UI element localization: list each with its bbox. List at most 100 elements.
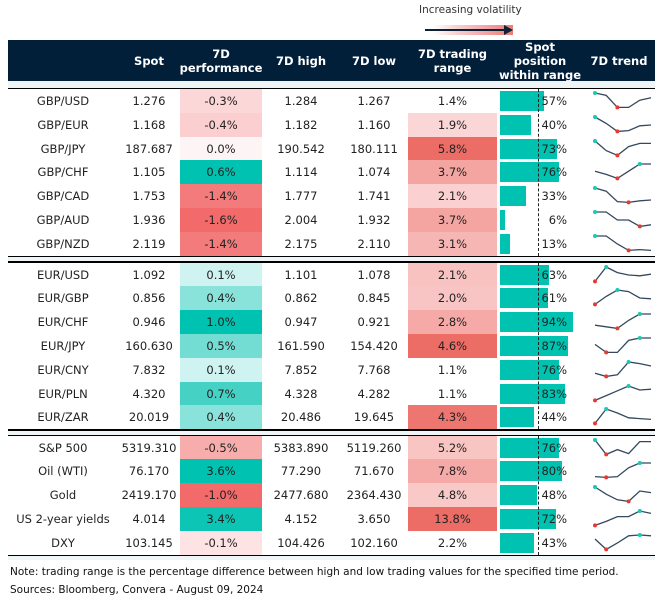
high-value: 161.590 [277,338,325,353]
spot-position-bar [500,114,532,135]
instrument-name: GBP/AUD [36,213,90,227]
spot-value: 1.092 [132,267,166,282]
trend-line [594,486,652,503]
trend-sparkline [593,210,652,229]
table-row: Oil (WTI) 76.170 3.6% 77.290 71.670 7.8% 80% [8,459,655,484]
trend-line [594,116,652,132]
low-value: 19.645 [353,410,395,425]
trend-low-point [626,248,631,253]
table-row: EUR/ZAR 20.019 0.4% 20.486 19.645 4.3% 44% [8,405,655,430]
arrow-right-icon [425,29,505,31]
low-value: 1.160 [357,117,391,132]
trend-low-point [604,451,609,456]
performance-value: 0.1% [180,262,262,287]
high-value: 4.152 [284,511,318,526]
table-row: GBP/AUD 1.936 -1.6% 2.004 1.932 3.7% 6% [8,208,655,232]
table-row: EUR/CNY 7.832 0.1% 7.852 7.768 1.1% 76% [8,357,655,382]
trend-low-point [604,475,609,480]
trend-low-point [604,374,609,379]
trend-high-point [637,532,642,537]
trend-high-point [593,91,597,95]
performance-value: -0.1% [180,530,262,555]
spot-value: 103.145 [125,535,173,550]
performance-value: 3.4% [180,506,262,531]
low-value: 154.420 [350,338,398,353]
trend-line [594,337,651,353]
table-row: DXY 103.145 -0.1% 104.426 102.160 2.2% 43% [8,530,655,555]
spot-position-label: 76% [541,165,567,180]
spot-value: 20.019 [128,410,170,425]
trend-low-point [626,200,631,205]
trading-range-value: 1.9% [408,112,497,137]
spot-position-label: 87% [541,338,567,353]
instrument-name: EUR/ZAR [37,410,89,425]
header-instrument [8,40,118,81]
high-value: 190.542 [277,141,325,156]
trend-high-point [637,335,642,340]
spot-position-bar [500,186,526,207]
instrument-name: GBP/CHF [37,165,89,180]
trend-low-point [593,523,597,528]
trend-low-point [615,105,620,110]
instrument-name: EUR/PLN [38,386,88,401]
spot-position-label: 76% [541,440,567,455]
trend-line [594,92,652,109]
instrument-name: EUR/JPY [40,338,86,353]
instrument-name: GBP/NZD [36,236,90,251]
legend-label: Increasing volatility [419,4,522,16]
spot-position-label: 80% [541,464,567,479]
low-value: 2364.430 [346,488,402,503]
table-row: EUR/CHF 0.946 1.0% 0.947 0.921 2.8% 94% [8,310,655,335]
trading-range-value: 2.0% [408,286,497,311]
trend-high-point [637,508,642,513]
table-bottom-gap [8,556,655,560]
trend-line [594,289,652,306]
spot-position-bar [500,233,511,254]
low-value: 1.267 [357,94,391,108]
trend-line [594,534,652,550]
instrument-name: EUR/CHF [37,315,89,330]
table-row: S&P 500 5319.310 -0.5% 5383.890 5119.260 5.2%… [8,435,655,460]
trading-range-value: 4.8% [408,483,497,508]
trend-line [595,211,652,228]
trend-sparkline [594,532,652,552]
high-value: 4.328 [284,386,318,401]
table-row: GBP/CHF 1.105 0.6% 1.114 1.074 3.7% 76% [8,160,655,185]
trading-range-value: 2.1% [408,262,497,287]
header-7d-high: 7D high [275,53,327,68]
spot-value: 4.014 [132,511,166,526]
trend-high-point [593,233,597,238]
table-row: Gold 2419.170 -1.0% 2477.680 2364.430 4.8% 48% [8,483,655,508]
trend-high-point [637,162,642,167]
instrument-name: GBP/JPY [40,141,86,156]
trend-high-point [637,461,642,466]
trend-sparkline [593,383,652,402]
high-value: 1.777 [284,189,318,204]
high-value: 104.426 [277,535,325,550]
spot-position-label: 44% [541,410,567,425]
performance-value: 1.0% [180,310,262,335]
header-spot: Spot [134,53,164,68]
high-value: 1.101 [284,267,318,282]
table-header: Spot 7D performance 7D high 7D low 7D tr… [8,40,655,82]
trend-high-point [604,264,609,269]
trend-sparkline [593,437,651,456]
trend-low-point [593,397,597,402]
trend-high-point [593,138,597,143]
trend-sparkline [593,91,652,110]
instrument-name: Gold [49,488,77,503]
header-7d-trend: 7D trend [590,53,648,68]
low-value: 1.074 [357,165,391,180]
header-7d-trading-range: 7D trading range [417,46,488,75]
trend-line [594,510,652,526]
trend-low-point [626,499,631,504]
spot-position-label: 48% [541,488,567,503]
performance-value: -0.4% [180,112,262,137]
instrument-name: EUR/GBP [37,291,89,306]
spot-value: 0.946 [132,315,166,330]
trend-line [594,439,651,455]
performance-value: -0.3% [180,89,262,113]
spot-value: 2419.170 [121,488,177,503]
performance-value: 0.5% [180,333,262,358]
spot-value: 1.936 [132,213,166,227]
